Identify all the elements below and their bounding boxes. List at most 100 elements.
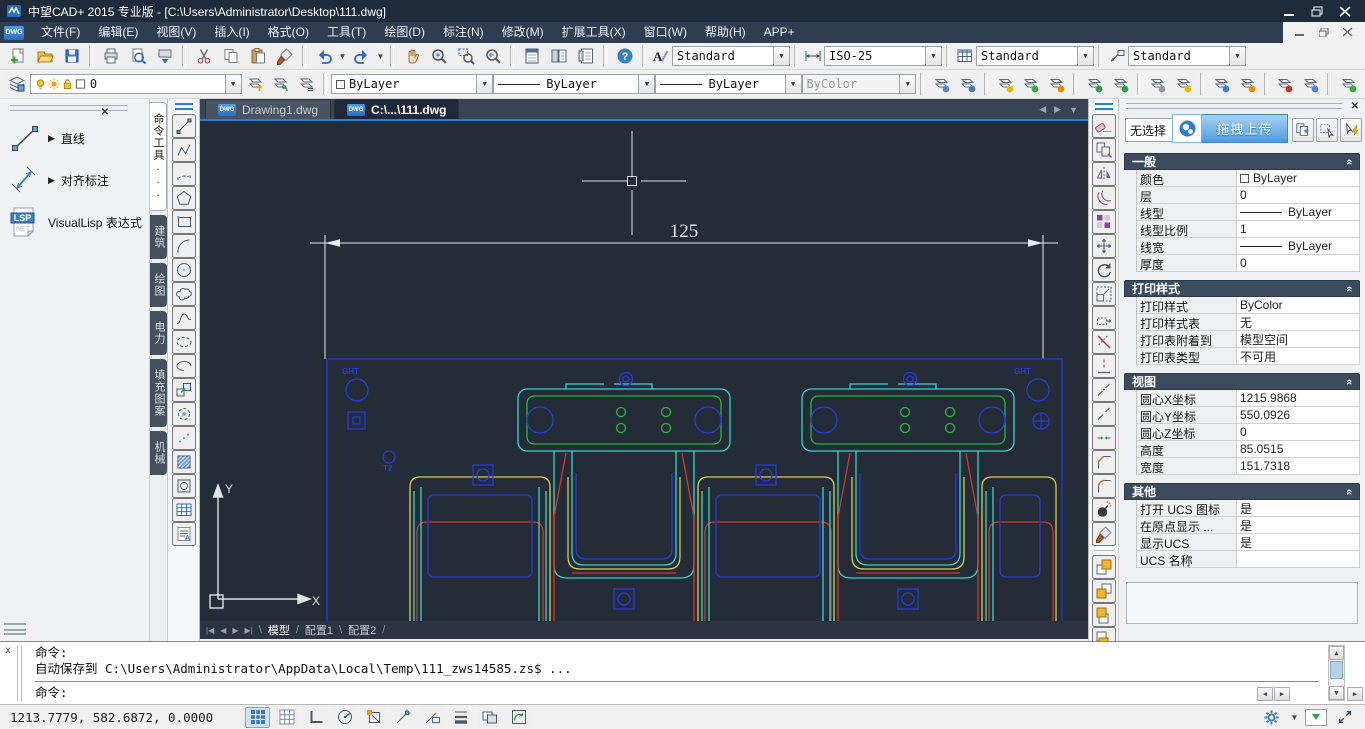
menu-item-3[interactable]: 插入(I) — [205, 22, 258, 43]
help-button[interactable]: ? — [611, 45, 638, 68]
command-close-icon[interactable]: x — [5, 645, 11, 656]
extend-button[interactable] — [1092, 354, 1116, 378]
collapse-chevron-icon[interactable]: « — [1343, 488, 1355, 494]
drag-upload-button[interactable]: 拖拽上传 — [1202, 114, 1288, 143]
cut-button[interactable] — [190, 45, 217, 68]
make-block-button[interactable] — [172, 402, 196, 426]
menu-item-2[interactable]: 视图(V) — [147, 22, 205, 43]
copy-object-button[interactable] — [1092, 138, 1116, 162]
offset-button[interactable] — [1092, 186, 1116, 210]
arc-button[interactable] — [172, 234, 196, 258]
section-header[interactable]: 打印样式« — [1124, 280, 1360, 297]
mtext-button[interactable]: A — [172, 522, 196, 546]
cloud-upload-widget[interactable]: 拖拽上传 — [1172, 114, 1288, 143]
layer-states-manager-button[interactable] — [293, 73, 319, 96]
drawing-canvas[interactable]: 125 GHT GHT T2 — [200, 121, 1088, 621]
quick-select-button[interactable] — [1292, 118, 1314, 142]
spline-button[interactable] — [172, 306, 196, 330]
settings-gear-icon[interactable] — [1259, 707, 1284, 728]
property-value[interactable]: 1215.9868 — [1237, 390, 1360, 407]
doc-minimize-button[interactable] — [1295, 28, 1305, 37]
layer-off-button[interactable] — [1144, 73, 1170, 96]
fullscreen-button[interactable] — [1332, 707, 1357, 728]
last-layout-icon[interactable]: ▶| — [245, 626, 253, 635]
doc-close-button[interactable] — [1343, 28, 1353, 37]
menu-item-9[interactable]: 扩展工具(X) — [553, 22, 635, 43]
dropdown-arrow-icon[interactable]: ▼ — [773, 47, 789, 65]
mleader-style-combo[interactable]: Standard▼ — [1128, 46, 1246, 66]
scale-button[interactable] — [1092, 282, 1116, 306]
text-style-combo[interactable]: Standard▼ — [672, 46, 790, 66]
erase-button[interactable] — [1092, 114, 1116, 138]
palette-item-1[interactable]: ▶对齐标注 — [8, 159, 149, 201]
select-objects-button[interactable] — [1316, 118, 1338, 142]
section-header[interactable]: 视图« — [1124, 373, 1360, 390]
scroll-right-icon[interactable]: ▶ — [1274, 687, 1290, 701]
dropdown-arrow-icon[interactable]: ▼ — [785, 75, 801, 93]
properties-grip[interactable] — [1126, 103, 1342, 109]
layout-tab-配置1[interactable]: 配置1 — [302, 622, 336, 638]
palette-tab-2[interactable]: 绘图 — [150, 263, 167, 307]
property-value[interactable]: 是 — [1237, 500, 1360, 517]
rectangle-button[interactable] — [172, 210, 196, 234]
tab-prev-icon[interactable]: ◀ — [1039, 104, 1046, 115]
modify-toolbar-grip[interactable] — [1095, 103, 1113, 110]
property-value[interactable]: 模型空间 — [1237, 331, 1360, 348]
donut-button[interactable] — [172, 474, 196, 498]
dropdown-arrow-icon[interactable]: ▼ — [1077, 47, 1093, 65]
viewport-toggle-toggle[interactable] — [506, 707, 531, 728]
layer-make-current-button[interactable] — [992, 73, 1018, 96]
layer-move-up-button[interactable] — [1107, 73, 1133, 96]
dropdown-arrow-icon[interactable]: ▼ — [476, 75, 492, 93]
bring-to-front-button[interactable] — [1092, 555, 1116, 579]
section-header[interactable]: 一般« — [1124, 153, 1360, 170]
property-value[interactable]: 85.0515 — [1237, 441, 1360, 458]
break-button[interactable] — [1092, 402, 1116, 426]
ellipse-arc-button[interactable] — [172, 354, 196, 378]
insert-block-button[interactable] — [172, 378, 196, 402]
layer-match-button[interactable] — [1017, 73, 1043, 96]
fillet-button[interactable] — [1092, 474, 1116, 498]
property-value[interactable]: ByLayer — [1237, 204, 1360, 221]
menu-item-7[interactable]: 标注(N) — [434, 22, 493, 43]
paste-button[interactable] — [244, 45, 271, 68]
revision-cloud-button[interactable] — [172, 282, 196, 306]
layer-new-button[interactable] — [1043, 73, 1069, 96]
layer-previous2-button[interactable] — [1335, 73, 1361, 96]
otrack-toggle[interactable] — [390, 707, 415, 728]
osnap-toggle[interactable] — [361, 707, 386, 728]
palette-item-0[interactable]: ▶直线 — [8, 117, 149, 159]
command-line-window[interactable]: x 命令:自动保存到 C:\Users\Administrator\AppDat… — [0, 641, 1365, 704]
plot-preview-button[interactable] — [124, 45, 151, 68]
table-style-combo[interactable]: Standard▼ — [976, 46, 1094, 66]
doc-restore-button[interactable] — [1319, 28, 1329, 37]
layer-combo[interactable]: 0▼ — [30, 74, 242, 94]
model-space-toggle[interactable] — [477, 707, 502, 728]
prev-layout-icon[interactable]: ◀ — [220, 626, 226, 635]
chamfer-button[interactable] — [1092, 450, 1116, 474]
command-expand-icon[interactable]: ▶ — [1347, 687, 1363, 701]
polygon-button[interactable] — [172, 186, 196, 210]
property-value[interactable]: 0 — [1237, 187, 1360, 204]
app-menu-icon[interactable]: DWG — [4, 26, 24, 40]
move-button[interactable] — [1092, 234, 1116, 258]
menu-item-6[interactable]: 绘图(D) — [375, 22, 434, 43]
property-value[interactable]: 0 — [1237, 255, 1360, 272]
redo-button[interactable] — [348, 45, 375, 68]
array-button[interactable] — [1092, 210, 1116, 234]
snap-toggle[interactable] — [245, 707, 270, 728]
rotate-button[interactable] — [1092, 258, 1116, 282]
undo-button[interactable] — [310, 45, 337, 68]
dropdown-arrow-icon[interactable]: ▼ — [899, 75, 915, 93]
lineweight-combo[interactable]: ByLayer▼ — [655, 74, 801, 94]
property-value[interactable]: 0 — [1237, 424, 1360, 441]
collapse-chevron-icon[interactable]: « — [1343, 158, 1355, 164]
make-object-layer-current-button[interactable] — [242, 73, 268, 96]
document-tab-0[interactable]: DWGDrawing1.dwg — [205, 99, 331, 119]
join-button[interactable] — [1092, 426, 1116, 450]
break-at-point-button[interactable] — [1092, 378, 1116, 402]
grid-toggle[interactable] — [274, 707, 299, 728]
scroll-down-icon[interactable]: ▼ — [1329, 686, 1344, 700]
match-properties-button[interactable] — [271, 45, 298, 68]
zoom-window-button[interactable] — [452, 45, 479, 68]
